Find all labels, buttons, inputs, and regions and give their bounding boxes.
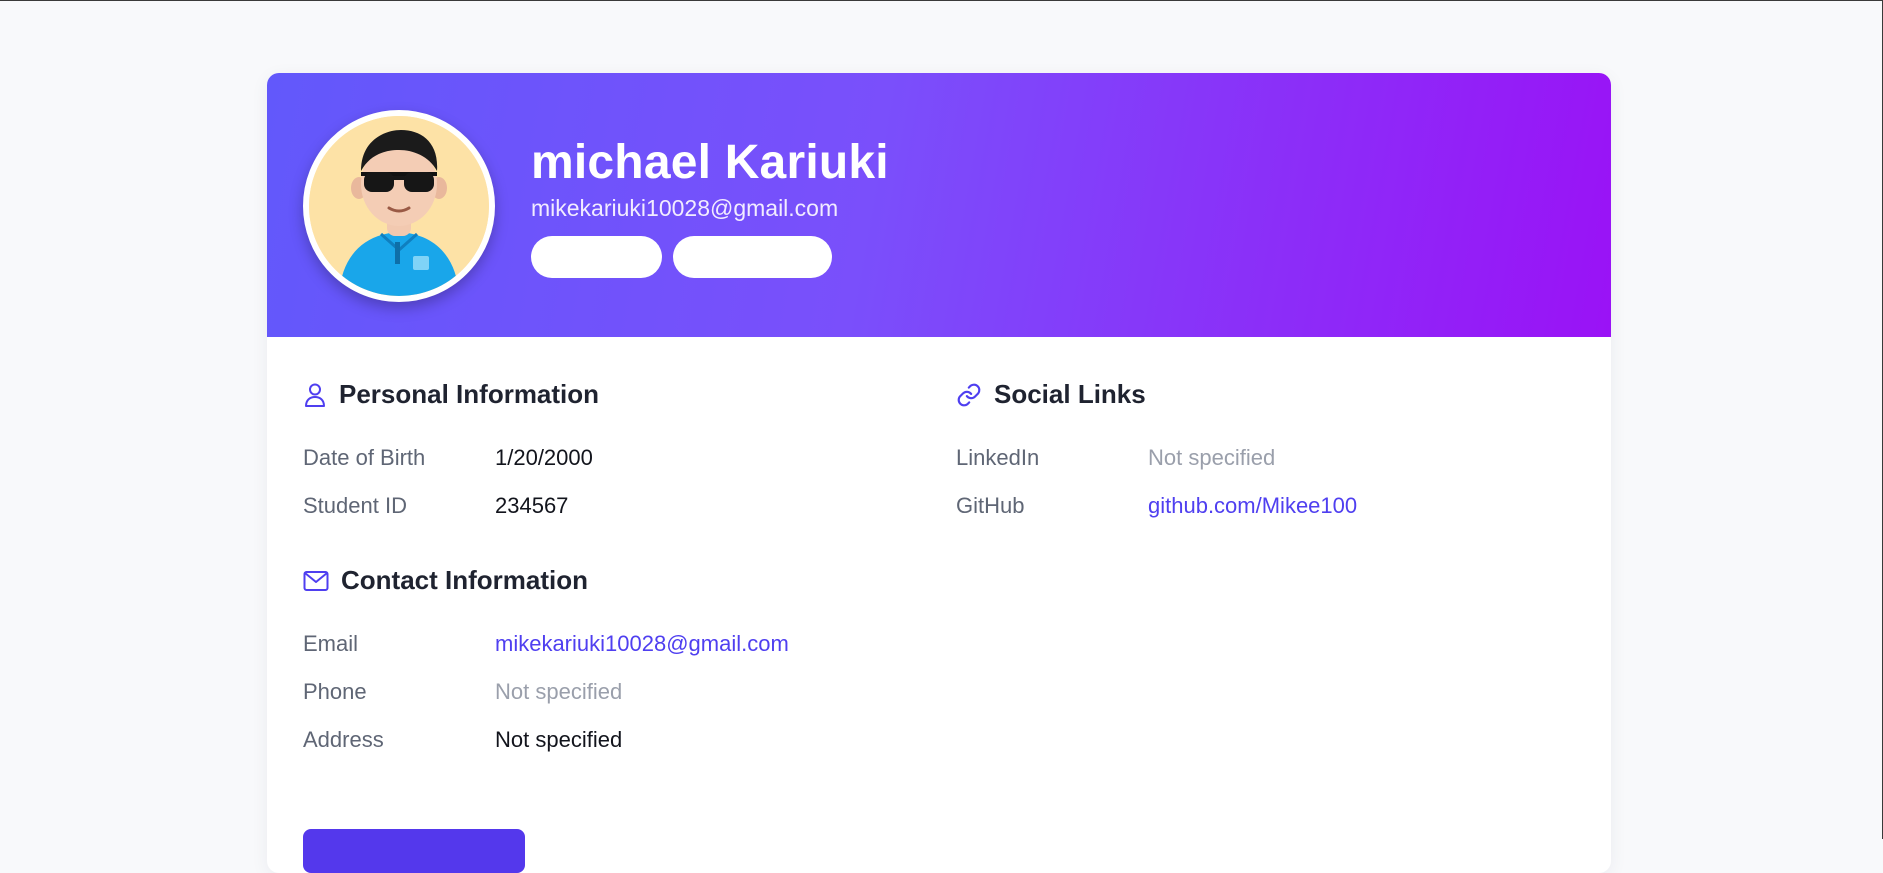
mail-icon [303,570,329,591]
link-icon [957,383,981,406]
row-label: Email [303,631,359,656]
personal-information-heading: Personal Information [303,379,599,410]
avatar-illustration-icon [309,116,489,296]
row-value: 234567 [495,493,569,518]
window-top-edge [0,0,1883,1]
contact-information-heading: Contact Information [303,565,588,596]
row-value: Not specified [495,727,623,752]
row-value: 1/20/2000 [495,445,593,470]
row-label: Date of Birth [303,445,426,470]
profile-badge [531,236,662,278]
section-title: Social Links [994,379,1146,409]
profile-banner: michael Kariuki mikekariuki10028@gmail.c… [267,73,1611,337]
section-title: Contact Information [341,565,588,595]
user-icon [305,383,325,407]
avatar [303,110,495,302]
row-label: GitHub [956,493,1025,518]
row-label: Address [303,727,384,752]
profile-card: michael Kariuki mikekariuki10028@gmail.c… [267,73,1611,873]
row-label: LinkedIn [956,445,1040,470]
profile-name: michael Kariuki [531,136,889,189]
row-value: Not specified [1148,445,1276,470]
row-label: Phone [303,679,367,704]
github-link[interactable]: github.com/Mikee100 [1148,493,1357,519]
section-title: Personal Information [339,379,600,409]
action-button[interactable] [303,829,525,873]
profile-badge [673,236,832,278]
row-label: Student ID [303,493,407,518]
email-link[interactable]: mikekariuki10028@gmail.com [495,631,789,657]
row-value: Not specified [495,679,623,704]
social-links-heading: Social Links [956,379,1146,410]
profile-email: mikekariuki10028@gmail.com [531,195,839,221]
